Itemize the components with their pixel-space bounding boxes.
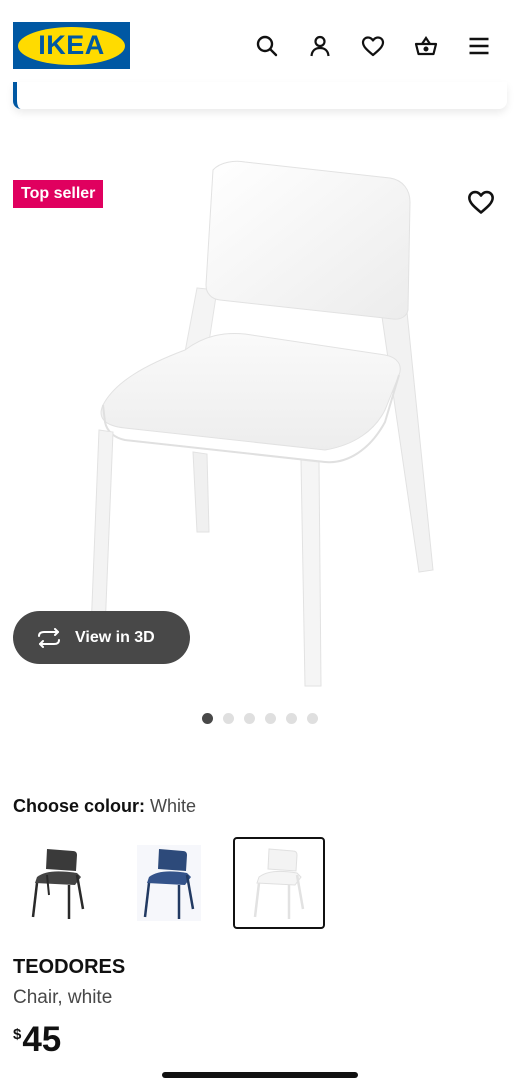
account-button[interactable] (293, 30, 346, 62)
pagination-dot[interactable] (243, 713, 255, 724)
favourites-button[interactable] (346, 30, 399, 62)
top-header: IKEA (0, 0, 517, 90)
pagination-dot[interactable] (222, 713, 234, 724)
price-value: 45 (22, 1020, 62, 1059)
shopping-basket-icon (414, 36, 437, 56)
account-icon (309, 35, 330, 57)
choose-colour-heading: Choose colour: White (13, 796, 196, 817)
pagination-dot[interactable] (306, 713, 318, 724)
add-to-favourites-button[interactable] (467, 188, 495, 216)
gallery-pagination (0, 713, 517, 724)
pagination-dot[interactable] (201, 713, 213, 724)
top-seller-badge: Top seller (13, 180, 104, 208)
chair-thumbnail-white (253, 848, 305, 919)
price-currency: $ (13, 1026, 22, 1043)
view-in-3d-label: View in 3D (75, 628, 155, 646)
notice-banner[interactable] (13, 82, 507, 109)
header-icons (240, 30, 505, 62)
chair-thumbnail-blue (137, 845, 201, 921)
search-button[interactable] (240, 30, 293, 62)
choose-colour-label: Choose colour: (13, 796, 146, 816)
product-name: TEODORES (13, 956, 126, 978)
product-gallery[interactable]: Top seller View in 3D (0, 140, 517, 700)
chair-thumbnail-black (31, 849, 85, 919)
ikea-logo[interactable]: IKEA (13, 22, 130, 69)
pagination-dot[interactable] (264, 713, 276, 724)
product-description: Chair, white (13, 987, 113, 1008)
logo-text: IKEA (38, 30, 105, 60)
search-icon (256, 35, 277, 57)
colour-option-blue[interactable] (123, 837, 215, 929)
heart-icon (468, 190, 494, 214)
colour-option-white[interactable] (233, 837, 325, 929)
cart-button[interactable] (399, 30, 452, 62)
home-indicator[interactable] (162, 1072, 358, 1078)
rotate-3d-icon (38, 627, 60, 648)
selected-colour-value: White (150, 796, 197, 816)
colour-option-black[interactable] (13, 837, 105, 929)
heart-icon (361, 36, 384, 57)
logo-oval: IKEA (18, 26, 125, 65)
product-price: $ 45 (13, 1022, 61, 1057)
colour-swatches (13, 837, 325, 929)
pagination-dot[interactable] (285, 713, 297, 724)
view-in-3d-button[interactable]: View in 3D (13, 611, 190, 664)
hamburger-menu-icon (469, 37, 488, 55)
menu-button[interactable] (452, 30, 505, 62)
